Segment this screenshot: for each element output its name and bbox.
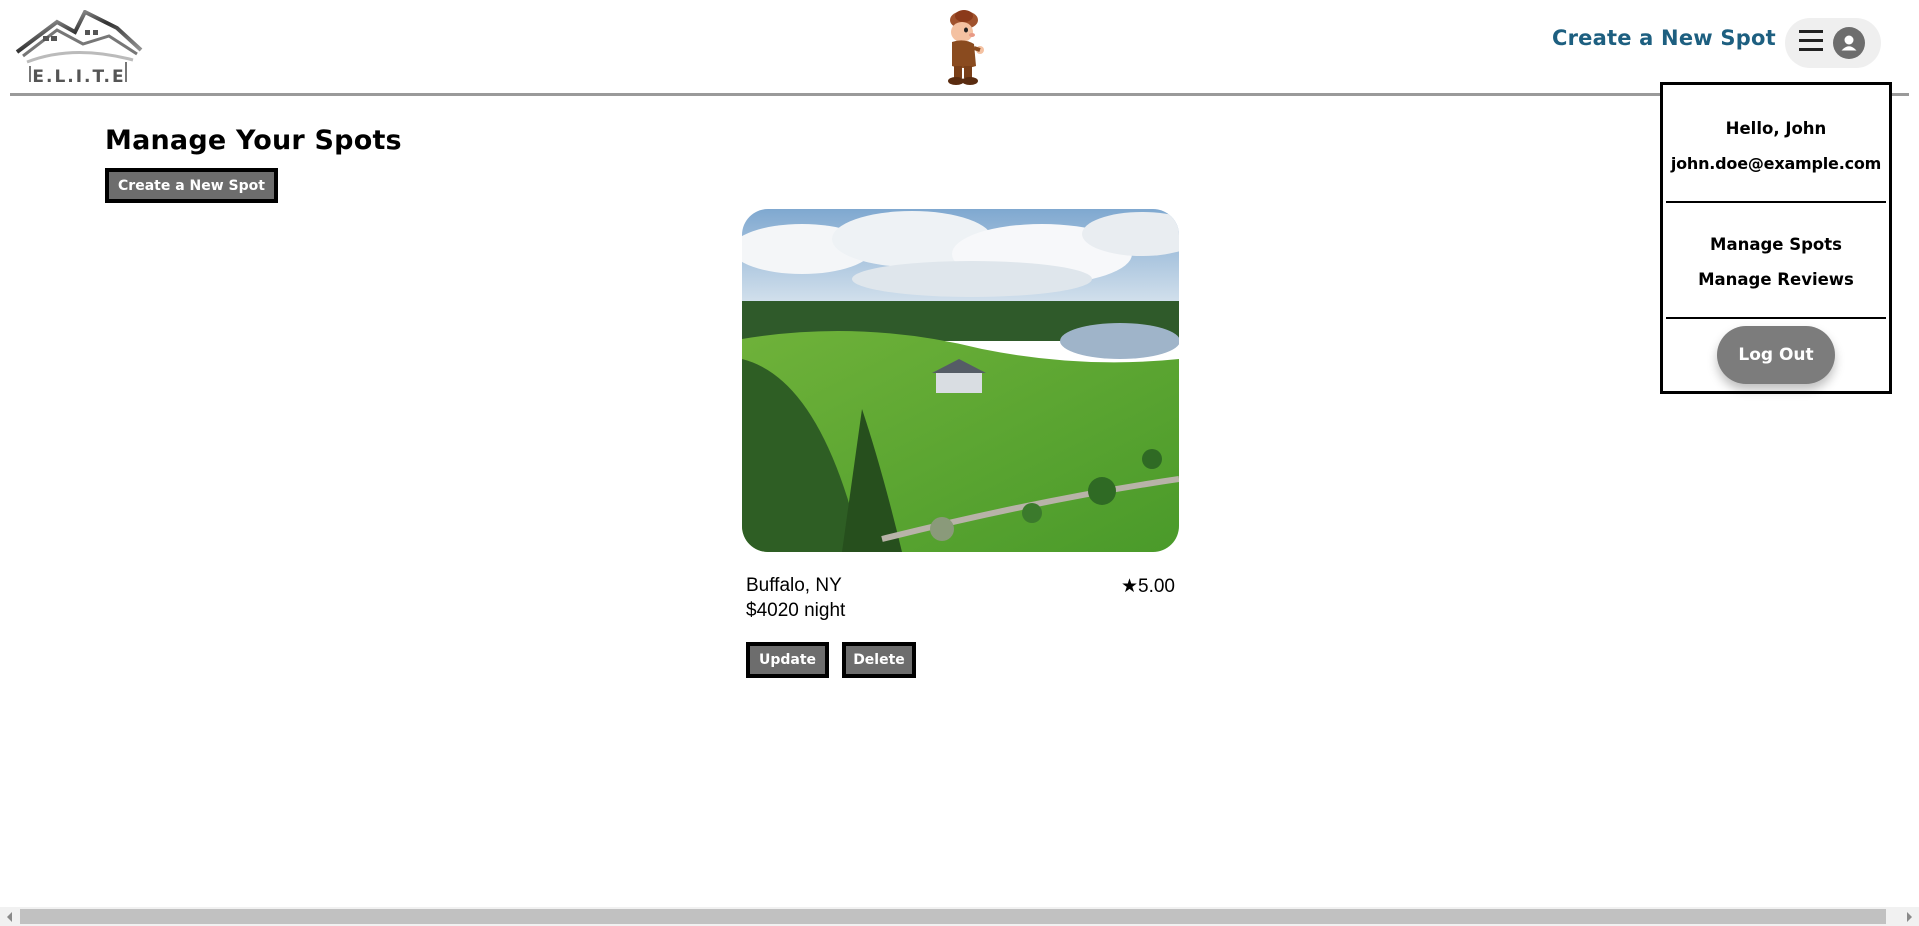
- spot-location: Buffalo, NY: [746, 575, 842, 596]
- scrollbar-thumb[interactable]: [20, 909, 1886, 924]
- spot-rating: ★5.00: [1121, 575, 1175, 598]
- profile-menu-button[interactable]: [1785, 18, 1881, 68]
- header-divider: [10, 93, 1909, 96]
- dropdown-divider: [1666, 201, 1886, 203]
- spot-card[interactable]: Buffalo, NY ★5.00 $4020 night Update Del…: [742, 209, 1179, 684]
- spot-price: $4020 night: [746, 600, 846, 621]
- manage-reviews-link[interactable]: Manage Reviews: [1663, 270, 1889, 289]
- header-create-spot-link[interactable]: Create a New Spot: [1552, 26, 1776, 50]
- create-spot-button[interactable]: Create a New Spot: [105, 168, 278, 203]
- user-avatar-icon: [1833, 27, 1865, 59]
- top-navigation: E.L.I.T.E Create a New Spot: [0, 0, 1919, 96]
- user-email: john.doe@example.com: [1670, 154, 1882, 173]
- scroll-left-icon[interactable]: [7, 912, 12, 922]
- spot-image[interactable]: [742, 209, 1179, 552]
- logout-button[interactable]: Log Out: [1717, 326, 1835, 384]
- star-icon: ★: [1120, 576, 1139, 597]
- delete-spot-button[interactable]: Delete: [842, 642, 916, 678]
- user-greeting: Hello, John: [1725, 119, 1827, 138]
- hamburger-icon: [1799, 30, 1823, 52]
- mascot-image: [938, 8, 992, 88]
- spot-rating-value: 5.00: [1138, 576, 1175, 597]
- page: E.L.I.T.E Create a New Spot Hello, John …: [0, 0, 1919, 926]
- dropdown-divider: [1666, 317, 1886, 319]
- elite-logo[interactable]: E.L.I.T.E: [13, 9, 145, 87]
- profile-dropdown-menu: Hello, John john.doe@example.com Manage …: [1660, 82, 1892, 394]
- page-title: Manage Your Spots: [105, 125, 402, 156]
- svg-text:E.L.I.T.E: E.L.I.T.E: [32, 67, 125, 84]
- horizontal-scrollbar[interactable]: [0, 907, 1919, 926]
- manage-spots-link[interactable]: Manage Spots: [1663, 235, 1889, 254]
- update-spot-button[interactable]: Update: [746, 642, 829, 678]
- scroll-right-icon[interactable]: [1907, 912, 1912, 922]
